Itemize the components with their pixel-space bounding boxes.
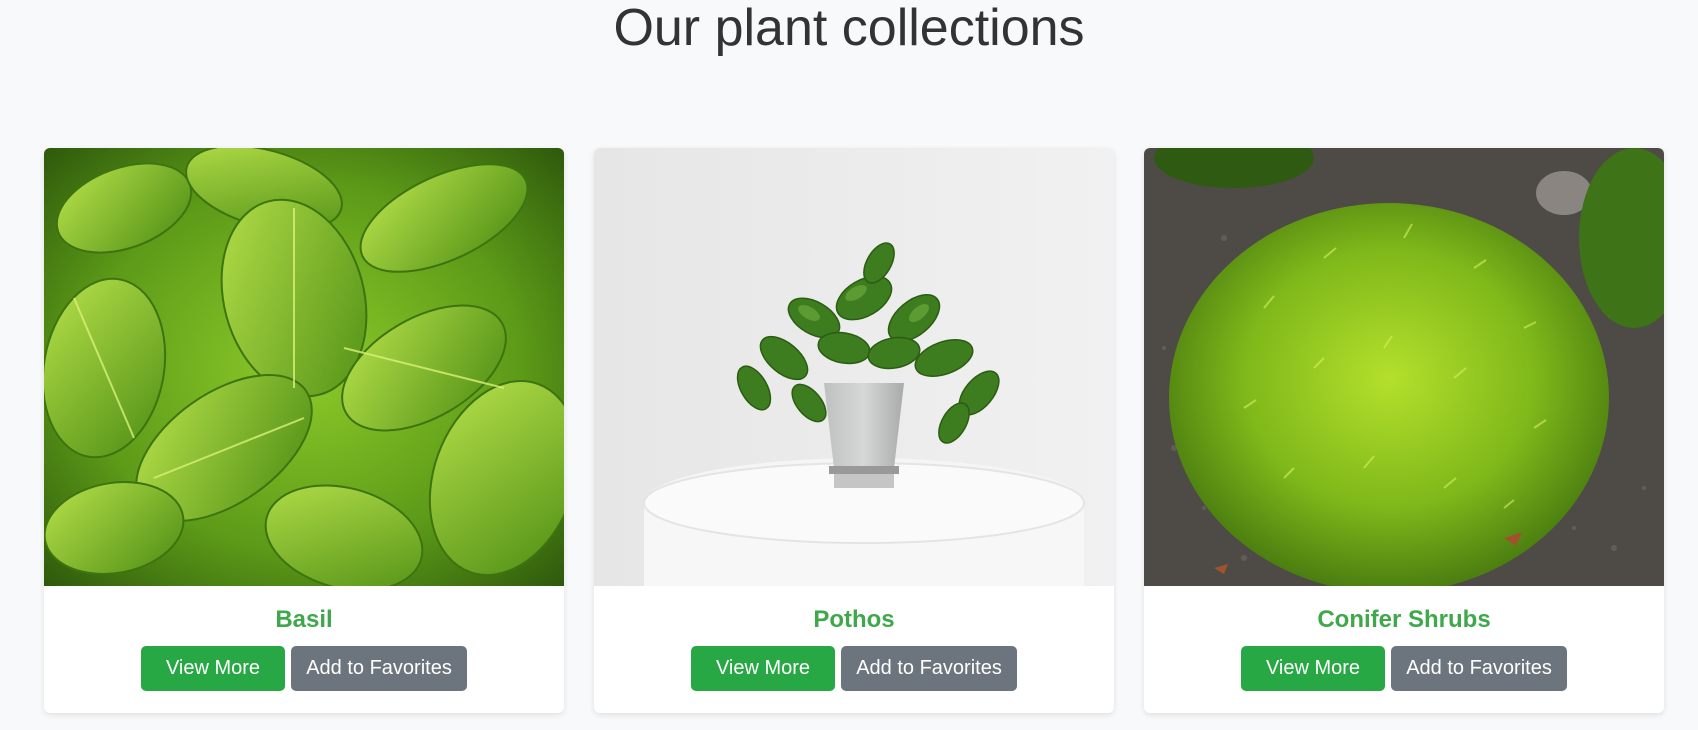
card-title: Conifer Shrubs xyxy=(1317,606,1491,633)
plant-card-basil: Basil View More Add to Favorites xyxy=(44,148,564,713)
page-title: Our plant collections xyxy=(613,0,1085,57)
card-title: Pothos xyxy=(813,606,895,633)
view-more-button[interactable]: View More xyxy=(691,646,835,691)
basil-plant-image xyxy=(44,148,564,586)
conifer-shrub-image xyxy=(1144,148,1664,586)
add-to-favorites-button[interactable]: Add to Favorites xyxy=(1391,646,1567,691)
card-actions: View More Add to Favorites xyxy=(44,646,564,691)
card-actions: View More Add to Favorites xyxy=(1144,646,1664,691)
card-actions: View More Add to Favorites xyxy=(594,646,1114,691)
view-more-button[interactable]: View More xyxy=(141,646,285,691)
add-to-favorites-button[interactable]: Add to Favorites xyxy=(291,646,467,691)
add-to-favorites-button[interactable]: Add to Favorites xyxy=(841,646,1017,691)
plant-card-conifer-shrubs: Conifer Shrubs View More Add to Favorite… xyxy=(1144,148,1664,713)
pothos-plant-image xyxy=(594,148,1114,586)
plant-card-pothos: Pothos View More Add to Favorites xyxy=(594,148,1114,713)
card-title: Basil xyxy=(275,606,333,633)
view-more-button[interactable]: View More xyxy=(1241,646,1385,691)
